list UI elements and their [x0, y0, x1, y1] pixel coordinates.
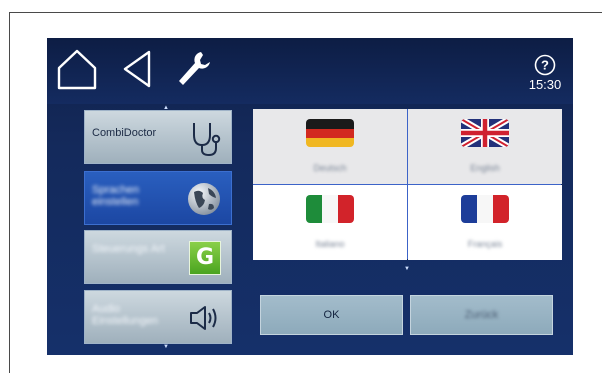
france-flag-icon: [461, 195, 509, 223]
sidebar-item-label: Steuerungs Art: [92, 243, 165, 255]
language-grid: Deutsch English Italiano Français: [253, 109, 562, 260]
language-label: English: [470, 163, 500, 173]
language-option-english[interactable]: English: [408, 109, 562, 184]
uk-flag-icon: [461, 119, 509, 147]
language-option-italiano[interactable]: Italiano: [253, 185, 407, 260]
grid-divider: [253, 184, 561, 185]
back-button-label: Zurück: [464, 309, 499, 321]
sidebar-item-control-type[interactable]: Steuerungs Art G: [84, 230, 232, 284]
sidebar-item-label: CombiDoctor: [92, 127, 157, 139]
back-triangle-icon[interactable]: [115, 46, 159, 92]
sidebar-item-label: Audio Einstellungen: [92, 303, 159, 327]
italy-flag-icon: [306, 195, 354, 223]
language-option-deutsch[interactable]: Deutsch: [253, 109, 407, 184]
ok-button[interactable]: OK: [260, 295, 403, 335]
home-icon[interactable]: [55, 46, 99, 92]
sidebar-scroll-down-icon[interactable]: ▼: [163, 344, 169, 350]
sidebar-item-combidoctor[interactable]: CombiDoctor: [84, 110, 232, 164]
ok-button-label: OK: [323, 309, 340, 321]
help-question-icon[interactable]: ?: [534, 54, 556, 76]
back-button[interactable]: Zurück: [410, 295, 553, 335]
letter-g-icon: G: [189, 241, 221, 275]
language-label: Français: [467, 239, 503, 249]
help-group: ? 15:30: [523, 54, 567, 92]
wrench-icon[interactable]: [171, 46, 215, 92]
sidebar-item-label: Sprachen einstellen: [92, 184, 140, 208]
top-bar: ? 15:30: [47, 38, 573, 104]
language-label: Italiano: [315, 239, 345, 249]
speaker-icon: [185, 299, 223, 337]
globe-icon: [185, 180, 223, 218]
sidebar-item-languages[interactable]: Sprachen einstellen: [84, 171, 232, 225]
language-option-francais[interactable]: Français: [408, 185, 562, 260]
sidebar-item-audio[interactable]: Audio Einstellungen: [84, 290, 232, 344]
stethoscope-icon: [185, 119, 223, 157]
language-label: Deutsch: [313, 163, 347, 173]
svg-text:?: ?: [541, 58, 549, 73]
germany-flag-icon: [306, 119, 354, 147]
language-scroll-down-icon[interactable]: ▼: [404, 266, 410, 272]
clock: 15:30: [528, 77, 562, 92]
touch-screen: ? 15:30 ▲ CombiDoctor Sprachen einstelle…: [47, 38, 573, 355]
